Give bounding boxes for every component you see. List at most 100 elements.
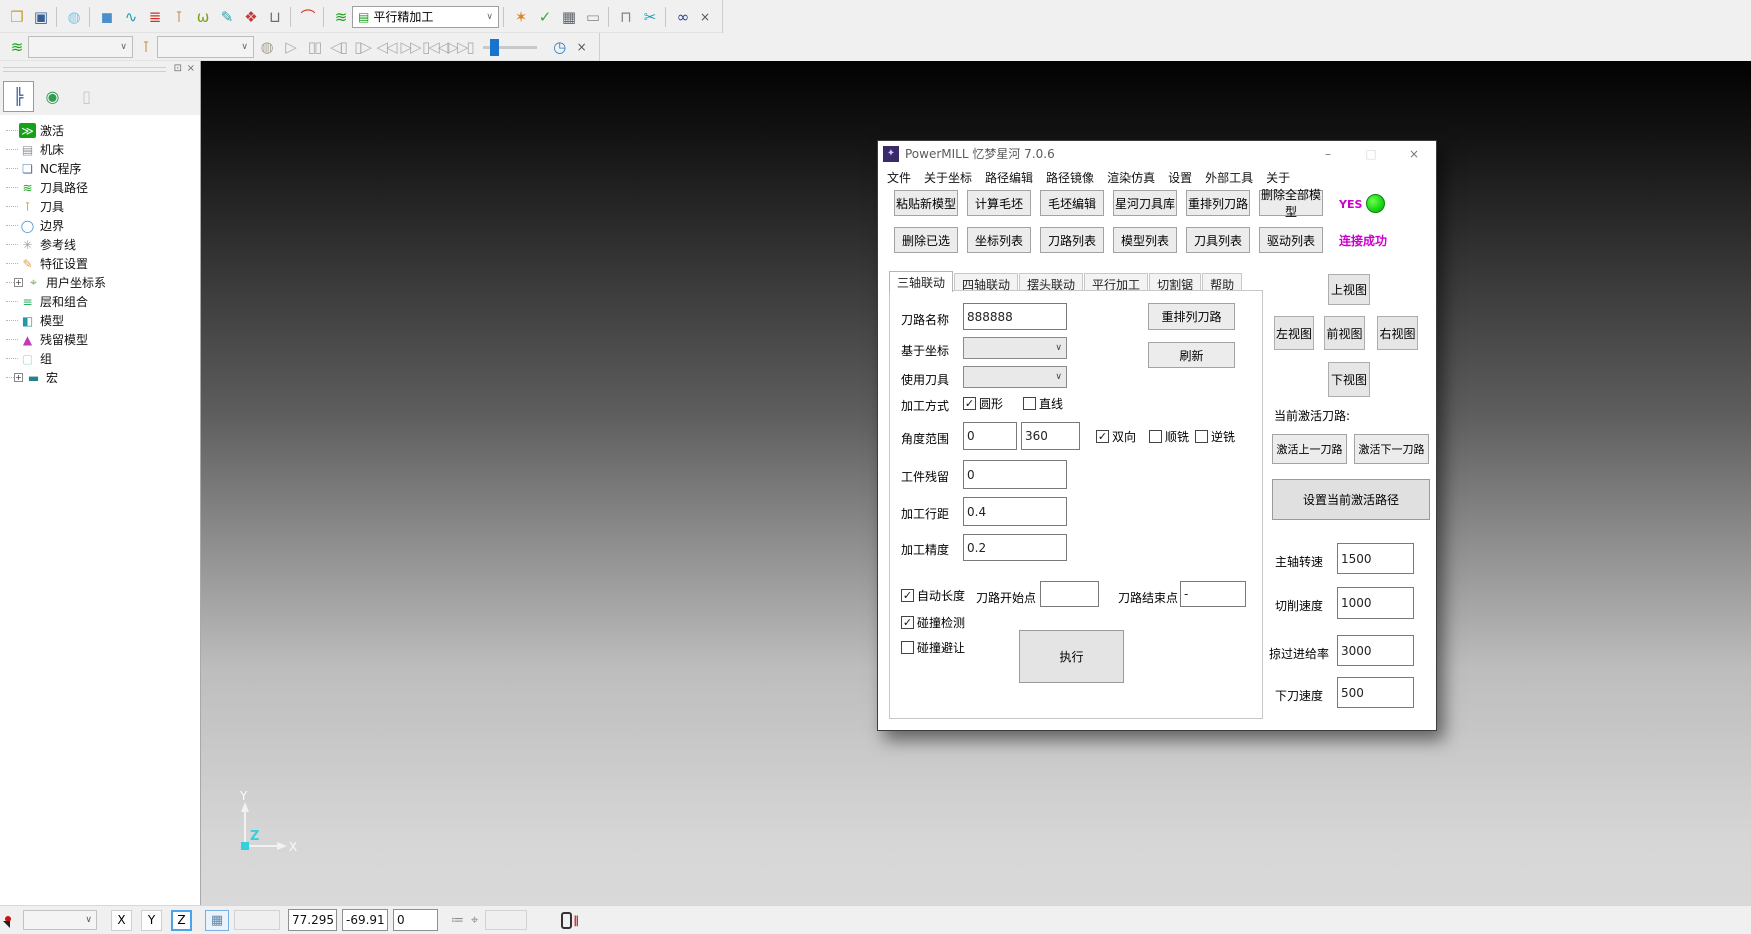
create-tool-icon[interactable]: ⊺	[166, 5, 190, 29]
toolpath-select[interactable]: ∨	[28, 36, 133, 58]
end-point-input[interactable]	[1180, 581, 1246, 607]
clamp-icon[interactable]: ⊓	[613, 5, 637, 29]
expand-icon[interactable]: +	[14, 373, 23, 382]
view-right-button[interactable]: 右视图	[1377, 316, 1418, 350]
find-icon[interactable]: ∞	[670, 5, 694, 29]
pause-indicator-icon[interactable]: ∥	[561, 912, 579, 929]
axis-y-button[interactable]: Y	[141, 910, 162, 931]
tolerance-field[interactable]	[485, 910, 527, 930]
strategy-dropdown[interactable]: ▤平行精加工∨	[352, 6, 499, 28]
dialog-titlebar[interactable]: ✦ PowerMILL 忆梦星河 7.0.6	[878, 141, 1436, 166]
climb-mill-checkbox[interactable]: 顺铣	[1149, 428, 1189, 445]
panel-float-icon[interactable]: ⊡	[174, 63, 182, 75]
trim-icon[interactable]: ✂	[637, 5, 661, 29]
menu-ext-tools[interactable]: 外部工具	[1205, 169, 1253, 186]
tab-3axis[interactable]: 三轴联动	[889, 271, 953, 292]
web-tab[interactable]: ◉	[37, 81, 68, 112]
use-tool-select[interactable]: ∨	[963, 366, 1067, 388]
toolpath-name-input[interactable]	[963, 303, 1067, 330]
tree-item-tools[interactable]: ⊺刀具	[6, 197, 200, 216]
play-icon[interactable]: ▷	[278, 35, 302, 59]
angle-from-input[interactable]	[963, 422, 1017, 450]
collision-check-icon[interactable]: ⌒	[295, 5, 319, 29]
recycle-tab[interactable]: ▯	[71, 81, 102, 112]
stock-allowance-input[interactable]	[963, 460, 1067, 489]
go-to-start-icon[interactable]: ▯◁◁	[422, 35, 447, 59]
tree-item-groups[interactable]: ▢组	[6, 349, 200, 368]
save-project-icon[interactable]: ▣	[28, 5, 52, 29]
minimize-icon[interactable]: –	[1313, 142, 1343, 165]
maximize-icon[interactable]: □	[1356, 142, 1386, 165]
activate-next-toolpath-button[interactable]: 激活下一刀路	[1354, 434, 1429, 464]
tree-item-toolpaths[interactable]: ≋刀具路径	[6, 178, 200, 197]
mode-circle-checkbox[interactable]: 圆形	[963, 395, 1003, 412]
angle-to-input[interactable]	[1021, 422, 1080, 450]
tool-select[interactable]: ∨	[157, 36, 254, 58]
view-left-button[interactable]: 左视图	[1274, 316, 1314, 350]
step-back-icon[interactable]: ◁▯	[326, 35, 350, 59]
stepover-input[interactable]	[963, 497, 1067, 526]
sidebar-grip[interactable]: ⊡ ×	[0, 61, 200, 78]
action-button-r1-5[interactable]: 删除全部模型	[1259, 190, 1323, 216]
menu-render-sim[interactable]: 渲染仿真	[1107, 169, 1155, 186]
action-button-r2-0[interactable]: 删除已选	[894, 227, 958, 253]
action-button-r2-1[interactable]: 坐标列表	[967, 227, 1031, 253]
block-icon[interactable]: ◼	[94, 5, 118, 29]
view-front-button[interactable]: 前视图	[1324, 316, 1365, 350]
rearrange-toolpaths-button[interactable]: 重排列刀路	[1148, 303, 1235, 330]
mode-line-checkbox[interactable]: 直线	[1023, 395, 1063, 412]
collision-avoid-checkbox[interactable]: 碰撞避让	[901, 639, 965, 656]
tree-item-activate[interactable]: ≫激活	[6, 121, 200, 140]
action-button-r2-5[interactable]: 驱动列表	[1259, 227, 1323, 253]
tree-item-macros[interactable]: +▬宏	[6, 368, 200, 387]
menu-coords[interactable]: 关于坐标	[924, 169, 972, 186]
menu-file[interactable]: 文件	[887, 169, 911, 186]
toolpath-strategy-icon[interactable]: ∿	[118, 5, 142, 29]
calculate-toolpath-icon[interactable]: ✶	[508, 5, 532, 29]
menu-settings[interactable]: 设置	[1168, 169, 1192, 186]
tree-item-models[interactable]: ◧模型	[6, 311, 200, 330]
workplane-select[interactable]: ∨	[23, 910, 97, 930]
close-icon[interactable]: ×	[1399, 142, 1429, 165]
menu-path-edit[interactable]: 路径编辑	[985, 169, 1033, 186]
start-point-input[interactable]	[1040, 581, 1099, 607]
action-button-r1-3[interactable]: 星河刀具库	[1113, 190, 1177, 216]
view-bottom-button[interactable]: 下视图	[1328, 362, 1370, 397]
toolbar-close-icon[interactable]: ×	[694, 5, 714, 29]
nc-program-icon[interactable]: ≣	[142, 5, 166, 29]
tool-icon[interactable]: ⊺	[133, 35, 157, 59]
grid-size-field[interactable]	[234, 910, 280, 930]
grid-toggle-button[interactable]: ▦	[205, 910, 229, 931]
coord-y-field[interactable]	[342, 909, 388, 931]
axis-z-button[interactable]: Z	[171, 910, 192, 931]
plunge-feed-input[interactable]	[1337, 677, 1414, 708]
panel-close-icon[interactable]: ×	[187, 63, 195, 75]
coord-x-field[interactable]	[288, 909, 337, 931]
rewind-icon[interactable]: ◁◁	[374, 35, 398, 59]
action-button-r1-1[interactable]: 计算毛坯	[967, 190, 1031, 216]
tool-holder-icon[interactable]: ⊔	[262, 5, 286, 29]
view-top-button[interactable]: 上视图	[1328, 274, 1370, 305]
menu-path-mirror[interactable]: 路径镜像	[1046, 169, 1094, 186]
fast-forward-icon[interactable]: ▷▷	[398, 35, 422, 59]
calculator-icon[interactable]: ▦	[556, 5, 580, 29]
simulation-speed-slider[interactable]	[483, 46, 537, 49]
action-button-r1-4[interactable]: 重排列刀路	[1186, 190, 1250, 216]
tree-item-boundaries[interactable]: ◯边界	[6, 216, 200, 235]
axis-x-button[interactable]: X	[111, 910, 132, 931]
boundary-icon[interactable]: ω	[190, 5, 214, 29]
pause-icon[interactable]: ▯▯	[302, 35, 326, 59]
skim-feed-input[interactable]	[1337, 635, 1414, 666]
toolpath-icon[interactable]: ≋	[4, 35, 28, 59]
auto-length-checkbox[interactable]: 自动长度	[901, 587, 965, 604]
active-toolpath-icon[interactable]: ≋	[328, 5, 352, 29]
action-button-r1-0[interactable]: 粘贴新模型	[894, 190, 958, 216]
open-project-icon[interactable]: ❒	[4, 5, 28, 29]
clock-icon[interactable]: ◷	[547, 35, 571, 59]
feature-set-icon[interactable]: ❖	[238, 5, 262, 29]
execute-button[interactable]: 执行	[1019, 630, 1124, 683]
cutting-feed-input[interactable]	[1337, 587, 1414, 619]
tolerance-input[interactable]	[963, 534, 1067, 561]
shaded-view-icon[interactable]: ◍	[61, 5, 85, 29]
action-button-r1-2[interactable]: 毛坯编辑	[1040, 190, 1104, 216]
